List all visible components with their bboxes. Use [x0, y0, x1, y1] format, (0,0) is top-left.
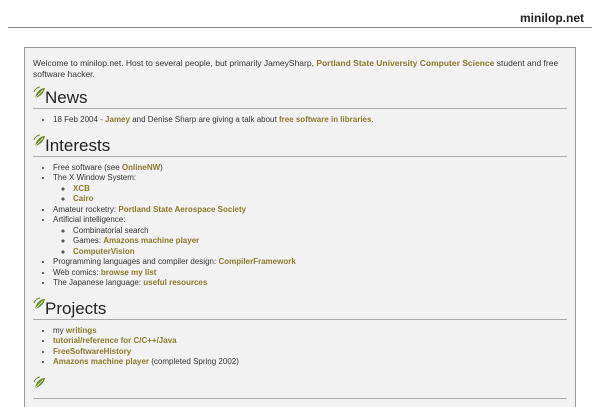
list-item: Artificial intelligence: Combinatorial s… [53, 215, 567, 257]
compiler-framework-link[interactable]: CompilerFramework [218, 257, 295, 266]
browse-comics-link[interactable]: browse my list [101, 268, 157, 277]
news-list: 18 Feb 2004 - Jamey and Denise Sharp are… [33, 115, 567, 126]
onlinenw-link[interactable]: OnlineNW [122, 163, 160, 172]
amazons-project-link[interactable]: Amazons machine player [53, 357, 149, 366]
psas-link[interactable]: Portland State Aerospace Society [118, 205, 246, 214]
list-item: Cairo [73, 194, 567, 205]
list-item: Games: Amazons machine player [73, 236, 567, 247]
jamey-link[interactable]: Jamey [105, 115, 130, 124]
cairo-link[interactable]: Cairo [73, 194, 93, 203]
japanese-resources-link[interactable]: useful resources [143, 278, 207, 287]
list-item: FreeSoftwareHistory [53, 347, 567, 358]
list-item: my writings [53, 326, 567, 337]
list-item: tutorial/reference for C/C++/Java [53, 336, 567, 347]
list-item: Combinatorial search [73, 226, 567, 237]
interests-list: Free software (see OnlineNW) The X Windo… [33, 163, 567, 289]
amazons-player-link[interactable]: Amazons machine player [103, 236, 199, 245]
list-item: 18 Feb 2004 - Jamey and Denise Sharp are… [53, 115, 567, 126]
list-item: Free software (see OnlineNW) [53, 163, 567, 174]
list-item: Amazons machine player (completed Spring… [53, 357, 567, 368]
leaf-icon [33, 376, 45, 388]
interests-section-header: Interests [33, 134, 567, 157]
site-title[interactable]: minilop.net [520, 11, 584, 25]
list-item: Amateur rocketry: Portland State Aerospa… [53, 205, 567, 216]
computer-vision-link[interactable]: ComputerVision [73, 247, 135, 256]
next-section-header [33, 376, 567, 399]
news-heading: News [45, 88, 88, 107]
list-item: ComputerVision [73, 247, 567, 258]
list-item: XCB [73, 184, 567, 195]
writings-link[interactable]: writings [66, 326, 97, 335]
list-item: Web comics: browse my list [53, 268, 567, 279]
intro-paragraph: Welcome to minilop.net. Host to several … [33, 58, 559, 79]
tutorial-link[interactable]: tutorial/reference for C/C++/Java [53, 336, 177, 345]
ai-sublist: Combinatorial search Games: Amazons mach… [53, 226, 567, 258]
free-software-history-link[interactable]: FreeSoftwareHistory [53, 347, 131, 356]
list-item: The Japanese language: useful resources [53, 278, 567, 289]
projects-list: my writings tutorial/reference for C/C++… [33, 326, 567, 368]
main-content: Welcome to minilop.net. Host to several … [24, 47, 576, 407]
free-software-libraries-link[interactable]: free software in libraries [279, 115, 371, 124]
interests-heading: Interests [45, 135, 111, 155]
list-item: The X Window System: XCB Cairo [53, 173, 567, 205]
projects-heading: Projects [45, 298, 107, 318]
psu-cs-link[interactable]: Portland State University Computer Scien… [316, 58, 494, 68]
xcb-link[interactable]: XCB [73, 184, 90, 193]
news-section-header: News [33, 86, 567, 109]
x-window-sublist: XCB Cairo [53, 184, 567, 205]
header-divider [8, 27, 592, 28]
list-item: Programming languages and compiler desig… [53, 257, 567, 268]
projects-section-header: Projects [33, 297, 567, 320]
